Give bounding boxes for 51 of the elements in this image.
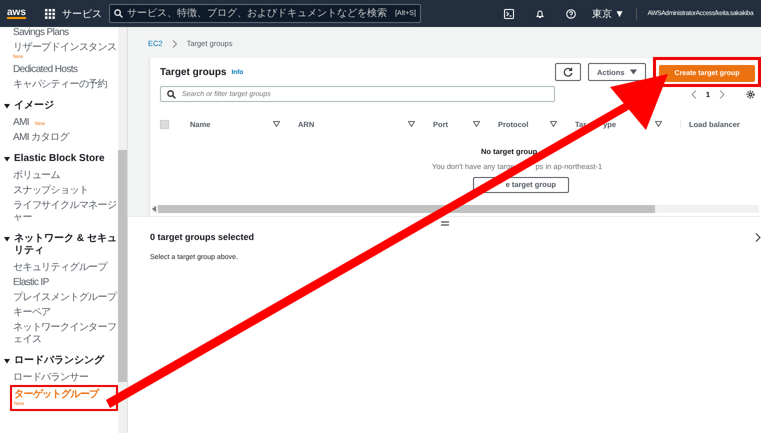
sidebar-item[interactable]: ライフサイクルマネージャー [13, 200, 118, 224]
sidebar-item[interactable]: スナップショット [13, 184, 88, 196]
next-page-icon[interactable] [719, 90, 725, 98]
refresh-icon [563, 67, 573, 77]
settings-icon[interactable] [746, 90, 755, 98]
sidebar-item[interactable]: ネットワークインターフェイス [13, 322, 118, 346]
services-menu[interactable]: サービス [62, 6, 102, 20]
aws-logo[interactable]: aws [7, 8, 26, 19]
help-icon[interactable] [566, 8, 576, 18]
details-title: 0 target groups selected [150, 232, 254, 242]
search-icon [167, 90, 176, 99]
sidebar-section[interactable]: ロードバランシング [4, 355, 118, 367]
sidebar-item[interactable]: Savings Plans [13, 26, 69, 38]
sidebar-item[interactable]: AMI カタログ [13, 132, 69, 144]
sort-icon[interactable] [473, 121, 480, 128]
sidebar-item[interactable]: Elastic IP [13, 276, 49, 288]
caret-down-icon[interactable] [4, 236, 10, 242]
panel-title: Target groups [160, 66, 226, 78]
select-all-checkbox[interactable] [160, 120, 169, 129]
sort-icon[interactable] [655, 121, 662, 128]
region-menu[interactable]: 東京 ▼ [592, 6, 625, 20]
sidebar-scrollbar[interactable] [118, 27, 127, 433]
chevron-right-icon [172, 40, 178, 48]
bell-icon[interactable] [534, 8, 545, 18]
chevron-right-icon[interactable] [755, 232, 761, 242]
sort-icon[interactable] [408, 121, 415, 128]
refresh-button[interactable] [555, 63, 581, 81]
scroll-left-icon[interactable] [152, 206, 156, 212]
sidebar-item[interactable]: プレイスメントグループ [13, 292, 116, 304]
sidebar-section[interactable]: Elastic Block Store [4, 153, 118, 165]
sidebar-item[interactable]: AMI [13, 116, 29, 128]
search-icon [114, 9, 123, 18]
sidebar-section[interactable]: イメージ [4, 100, 118, 112]
grid-icon[interactable] [44, 8, 55, 18]
sort-icon[interactable] [550, 121, 557, 128]
sidebar-item[interactable]: セキュリティグループ [13, 262, 108, 274]
sidebar-item[interactable]: ボリューム [13, 170, 60, 182]
drag-handle-icon[interactable] [440, 220, 448, 226]
sidebar-item[interactable]: キャパシティーの予約 [13, 78, 108, 90]
sort-icon[interactable] [273, 121, 280, 128]
caret-down-icon[interactable] [4, 156, 10, 162]
sidebar-item[interactable]: Dedicated Hosts [13, 64, 78, 76]
sidebar-item[interactable]: ロードバランサー [13, 372, 88, 384]
previous-page-icon[interactable] [690, 90, 697, 98]
caret-down-icon[interactable] [4, 103, 10, 109]
caret-down-icon[interactable] [4, 358, 10, 364]
sidebar-item[interactable]: キーペア [13, 306, 51, 318]
terminal-icon[interactable] [504, 8, 514, 18]
sidebar-section[interactable]: ネットワーク & セキュリティ [4, 233, 118, 257]
sidebar-item[interactable]: リザーブドインスタンス [13, 42, 116, 54]
horizontal-scrollbar[interactable] [152, 205, 759, 213]
